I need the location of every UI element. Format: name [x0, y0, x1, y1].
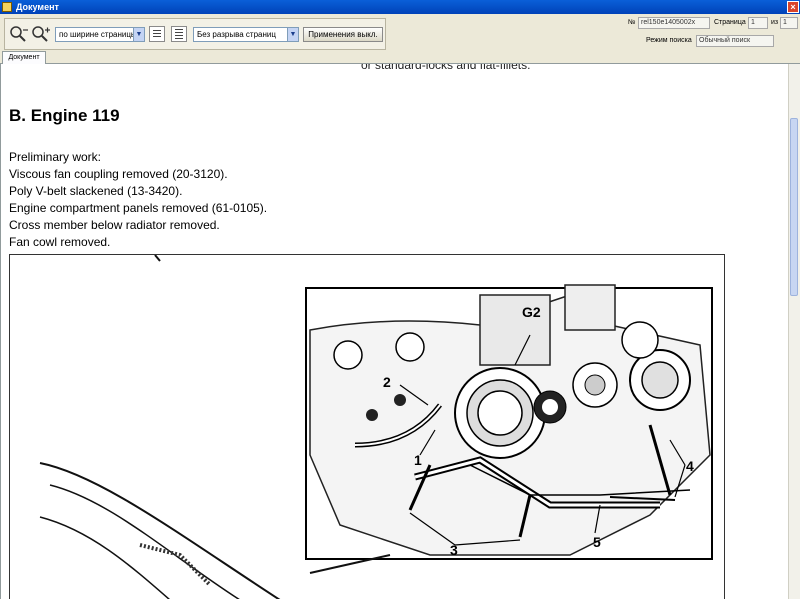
single-page-icon[interactable]: [149, 26, 165, 42]
close-button[interactable]: ×: [787, 1, 799, 13]
label-4: 4: [686, 458, 694, 474]
paragraph-line: Fan cowl removed.: [9, 235, 111, 249]
number-label: №: [628, 19, 636, 26]
number-field[interactable]: rel150e1405002x: [638, 17, 710, 29]
clipped-text-line: or standard-locks and flat-fillets.: [361, 64, 531, 72]
paragraph-line: Engine compartment panels removed (61-01…: [9, 201, 268, 215]
of-label: из: [771, 19, 779, 26]
tab-document[interactable]: Документ: [2, 51, 46, 64]
paragraph-line: Cross member below radiator removed.: [9, 218, 220, 232]
label-g2: G2: [522, 304, 541, 320]
app-icon: [2, 2, 12, 12]
label-1: 1: [414, 452, 422, 468]
zoom-out-icon[interactable]: [9, 25, 29, 43]
toolbar-group: по ширине страницы ▼ Без разрыва страниц…: [4, 18, 386, 50]
zoom-mode-value: по ширине страницы: [59, 30, 137, 39]
zoom-mode-select[interactable]: по ширине страницы ▼: [55, 27, 145, 42]
section-heading: B. Engine 119: [9, 106, 120, 125]
label-2: 2: [383, 374, 391, 390]
paragraph-line: Viscous fan coupling removed (20-3120).: [9, 167, 228, 181]
search-mode-label: Режим поиска: [646, 37, 692, 44]
scrollbar-thumb[interactable]: [790, 118, 798, 296]
continuous-page-icon[interactable]: [171, 26, 187, 42]
document-view[interactable]: or standard-locks and flat-fillets. B. E…: [0, 64, 788, 599]
search-mode-field[interactable]: Обычный поиск: [696, 35, 774, 47]
engine-diagram-figure: G2 2 1 3 4 5: [9, 254, 725, 599]
page-field[interactable]: 1: [748, 17, 768, 29]
chevron-down-icon[interactable]: ▼: [287, 28, 298, 41]
page-break-select[interactable]: Без разрыва страниц ▼: [193, 27, 299, 42]
page-label: Страница: [714, 19, 746, 26]
tab-bar: Документ: [0, 50, 800, 64]
paragraph-line: Preliminary work:: [9, 150, 102, 164]
total-pages-field: 1: [780, 17, 798, 29]
label-5: 5: [593, 534, 601, 550]
apply-button[interactable]: Применения выкл.: [303, 27, 383, 42]
label-3: 3: [450, 542, 458, 558]
window-title: Документ: [16, 2, 59, 12]
document-window: Документ × по ширине страницы ▼ Без разр…: [0, 0, 800, 599]
page-break-value: Без разрыва страниц: [197, 30, 276, 39]
paragraph-line: Poly V-belt slackened (13-3420).: [9, 184, 183, 198]
document-info-panel: № rel150e1405002x Страница 1 из 1 Режим …: [620, 16, 800, 50]
engine-illustration: G2 2 1 3 4 5: [39, 254, 713, 599]
title-bar: Документ ×: [0, 0, 800, 14]
zoom-in-icon[interactable]: [31, 25, 51, 43]
chevron-down-icon[interactable]: ▼: [133, 28, 144, 41]
